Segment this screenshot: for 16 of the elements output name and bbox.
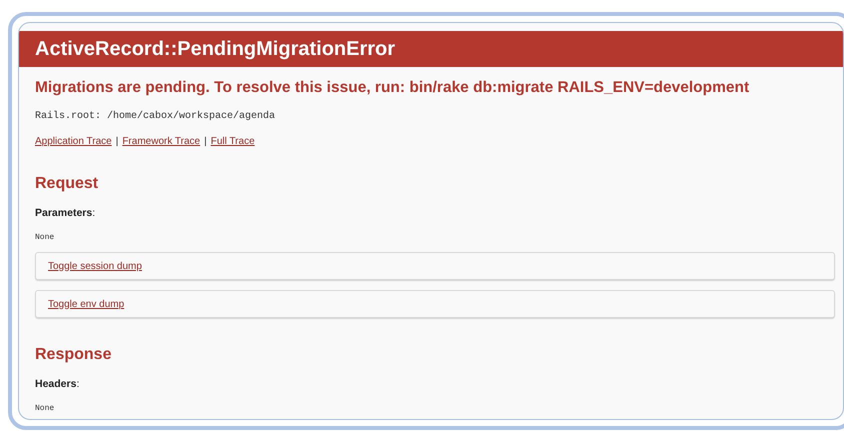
rails-root-text: Rails.root: /home/cabox/workspace/agenda xyxy=(35,111,276,122)
error-title: ActiveRecord::PendingMigrationError xyxy=(35,38,396,60)
toggle-link[interactable]: Toggle env dump xyxy=(48,298,124,310)
separator-text: | xyxy=(204,136,207,147)
field-label: Headers: xyxy=(35,378,80,390)
value-text: None xyxy=(35,233,56,242)
section-heading: Response xyxy=(35,346,112,364)
value-text: None xyxy=(35,404,56,413)
section-heading: Request xyxy=(35,175,100,193)
separator-text: | xyxy=(116,136,118,147)
error-message: Migrations are pending. To resolve this issue, run: bin/rake db:migrate RAILS_ENV=development xyxy=(35,79,750,97)
field-label: Parameters: xyxy=(35,207,96,219)
toggle-link[interactable]: Toggle session dump xyxy=(48,260,142,272)
trace-link[interactable]: Application Trace xyxy=(35,136,112,147)
trace-link[interactable]: Framework Trace xyxy=(122,136,200,147)
trace-link[interactable]: Full Trace xyxy=(210,136,255,147)
